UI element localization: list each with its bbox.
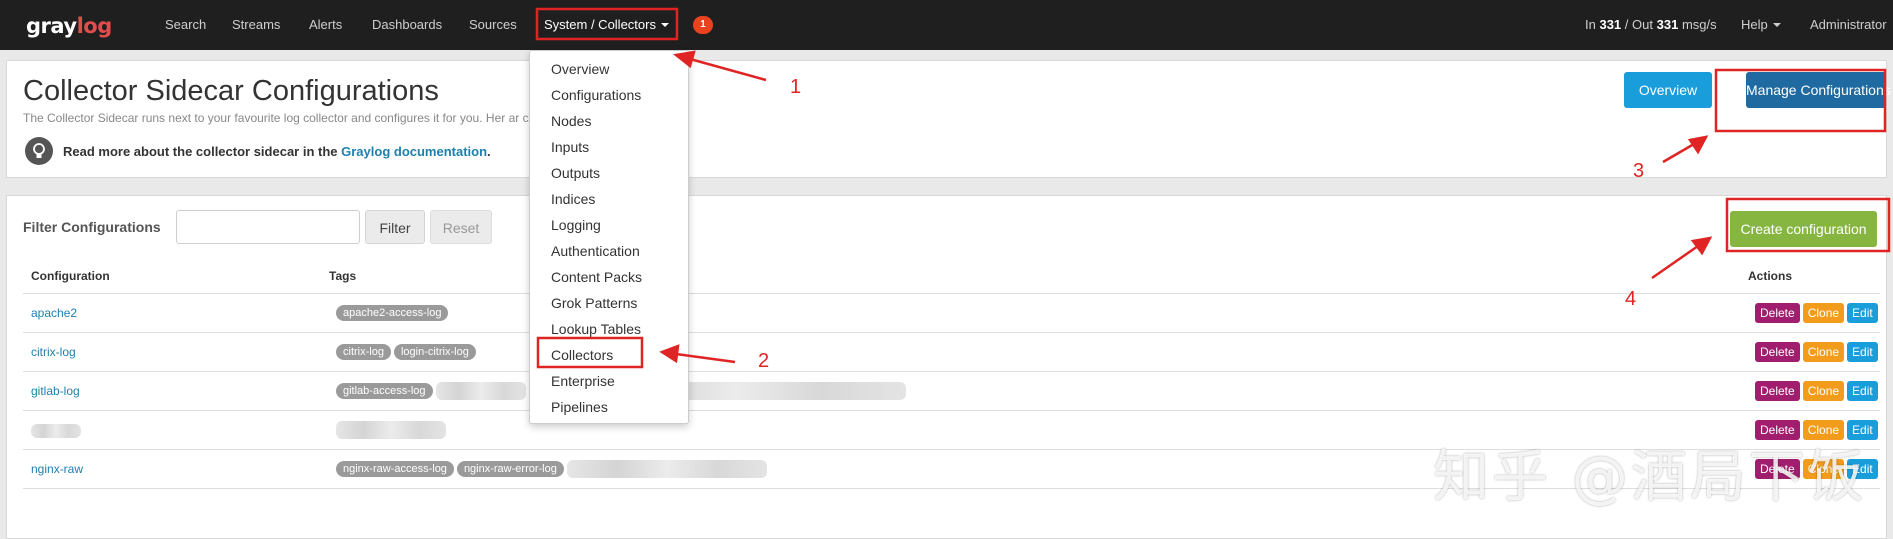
header-panel: Collector Sidecar Configurations The Col… [6, 60, 1891, 178]
nav-system-collectors[interactable]: System / Collectors [544, 17, 669, 32]
menu-item-logging[interactable]: Logging [551, 217, 601, 233]
menu-item-overview[interactable]: Overview [551, 61, 609, 77]
filter-button[interactable]: Filter [365, 210, 425, 244]
reset-button[interactable]: Reset [430, 210, 492, 244]
menu-item-configurations[interactable]: Configurations [551, 87, 641, 103]
logo-accent-text: log [76, 14, 113, 38]
tag: citrix-log [336, 344, 391, 360]
tag: gitlab-access-log [336, 383, 433, 400]
nav-help-label: Help [1741, 17, 1768, 32]
nav-alerts[interactable]: Alerts [309, 17, 342, 32]
system-dropdown-menu: Overview Configurations Nodes Inputs Out… [529, 50, 689, 424]
manage-configurations-button[interactable]: Manage Configurations [1746, 72, 1891, 108]
throughput-out-value: 331 [1656, 17, 1679, 32]
throughput-in-label: In [1585, 17, 1596, 32]
menu-item-content-packs[interactable]: Content Packs [551, 269, 642, 285]
tag: nginx-raw-error-log [456, 461, 564, 478]
menu-item-nodes[interactable]: Nodes [551, 113, 591, 129]
caret-down-icon [660, 23, 669, 27]
redacted-tag [435, 382, 526, 400]
filter-label: Filter Configurations [23, 219, 161, 235]
tag: nginx-raw-access-log [336, 461, 454, 478]
column-header-actions: Actions [1748, 269, 1793, 283]
edit-button[interactable]: Edit [1847, 381, 1878, 401]
menu-item-outputs[interactable]: Outputs [551, 165, 600, 181]
edit-button[interactable]: Edit [1847, 303, 1878, 323]
graylog-docs-link[interactable]: Graylog documentation [341, 144, 487, 159]
filter-input[interactable] [176, 210, 360, 244]
graylog-logo[interactable]: graylog [26, 14, 112, 38]
annotation-number-2: 2 [758, 350, 770, 372]
clone-button[interactable]: Clone [1802, 303, 1845, 323]
menu-item-authentication[interactable]: Authentication [551, 243, 640, 259]
redacted-tag [336, 421, 446, 439]
tag: apache2-access-log [336, 305, 449, 321]
docs-info: Read more about the collector sidecar in… [63, 144, 491, 159]
table-row: apache2 apache2-access-log Delete Clone Ed… [23, 293, 1880, 332]
config-link[interactable]: citrix-log [31, 345, 76, 359]
throughput-indicator: In 331 / Out 331 msg/s [1585, 17, 1717, 32]
caret-down-icon [1772, 23, 1781, 27]
nav-streams[interactable]: Streams [232, 17, 280, 32]
annotation-number-1: 1 [790, 76, 802, 98]
column-header-configuration[interactable]: Configuration [31, 269, 110, 283]
menu-item-inputs[interactable]: Inputs [551, 139, 589, 155]
nav-dashboards[interactable]: Dashboards [372, 17, 442, 32]
annotation-number-4: 4 [1625, 288, 1637, 310]
page-title: Collector Sidecar Configurations [23, 75, 439, 107]
redacted-tag [566, 460, 767, 478]
annotation-number-3: 3 [1633, 160, 1645, 182]
row-actions: Delete Clone Edit [1755, 381, 1881, 401]
table-row: gitlab-log gitlab-access-log Delete Clone… [23, 371, 1880, 410]
nav-search[interactable]: Search [165, 17, 206, 32]
watermark: 知乎 @酒局下饭 [1433, 445, 1867, 510]
menu-item-lookup-tables[interactable]: Lookup Tables [551, 321, 641, 337]
tag-list: nginx-raw-access-log nginx-raw-error-log [336, 460, 767, 478]
tag-list: citrix-log login-citrix-log [336, 343, 479, 360]
nav-help[interactable]: Help [1741, 17, 1781, 32]
tag: login-citrix-log [393, 344, 476, 360]
create-configuration-button[interactable]: Create configuration [1730, 211, 1877, 247]
edit-button[interactable]: Edit [1847, 342, 1878, 362]
row-actions: Delete Clone Edit [1755, 303, 1881, 323]
tag-list [336, 421, 446, 439]
overview-button[interactable]: Overview [1624, 72, 1712, 108]
top-navbar: graylog Search Streams Alerts Dashboards… [0, 0, 1893, 50]
throughput-out-label: / Out [1624, 17, 1653, 32]
nav-user[interactable]: Administrator [1810, 17, 1887, 32]
config-link-redacted[interactable] [31, 423, 81, 438]
docs-info-suffix: . [487, 144, 491, 159]
notification-badge[interactable]: 1 [693, 16, 713, 34]
config-link[interactable]: apache2 [31, 306, 77, 320]
menu-item-pipelines[interactable]: Pipelines [551, 399, 608, 415]
lightbulb-icon [25, 137, 53, 165]
config-link[interactable]: gitlab-log [31, 384, 80, 398]
throughput-in-value: 331 [1599, 17, 1622, 32]
redacted-name [31, 423, 81, 438]
docs-info-text: Read more about the collector sidecar in… [63, 144, 338, 159]
nav-sources[interactable]: Sources [469, 17, 517, 32]
delete-button[interactable]: Delete [1755, 381, 1800, 401]
menu-item-enterprise[interactable]: Enterprise [551, 373, 615, 389]
column-header-tags[interactable]: Tags [329, 269, 356, 283]
menu-item-grok-patterns[interactable]: Grok Patterns [551, 295, 637, 311]
row-actions: Delete Clone Edit [1755, 342, 1881, 362]
nav-system-label: System / Collectors [544, 17, 656, 32]
menu-item-collectors[interactable]: Collectors [551, 347, 613, 363]
throughput-unit: msg/s [1681, 17, 1717, 32]
table-row: citrix-log citrix-log login-citrix-log De… [23, 332, 1880, 371]
logo-text: gray [26, 14, 77, 38]
delete-button[interactable]: Delete [1755, 303, 1800, 323]
menu-item-indices[interactable]: Indices [551, 191, 595, 207]
config-link[interactable]: nginx-raw [31, 462, 83, 476]
page-description: The Collector Sidecar runs next to your … [23, 111, 601, 125]
tag-list: apache2-access-log [336, 304, 451, 321]
clone-button[interactable]: Clone [1802, 381, 1845, 401]
delete-button[interactable]: Delete [1755, 342, 1800, 362]
clone-button[interactable]: Clone [1802, 342, 1845, 362]
